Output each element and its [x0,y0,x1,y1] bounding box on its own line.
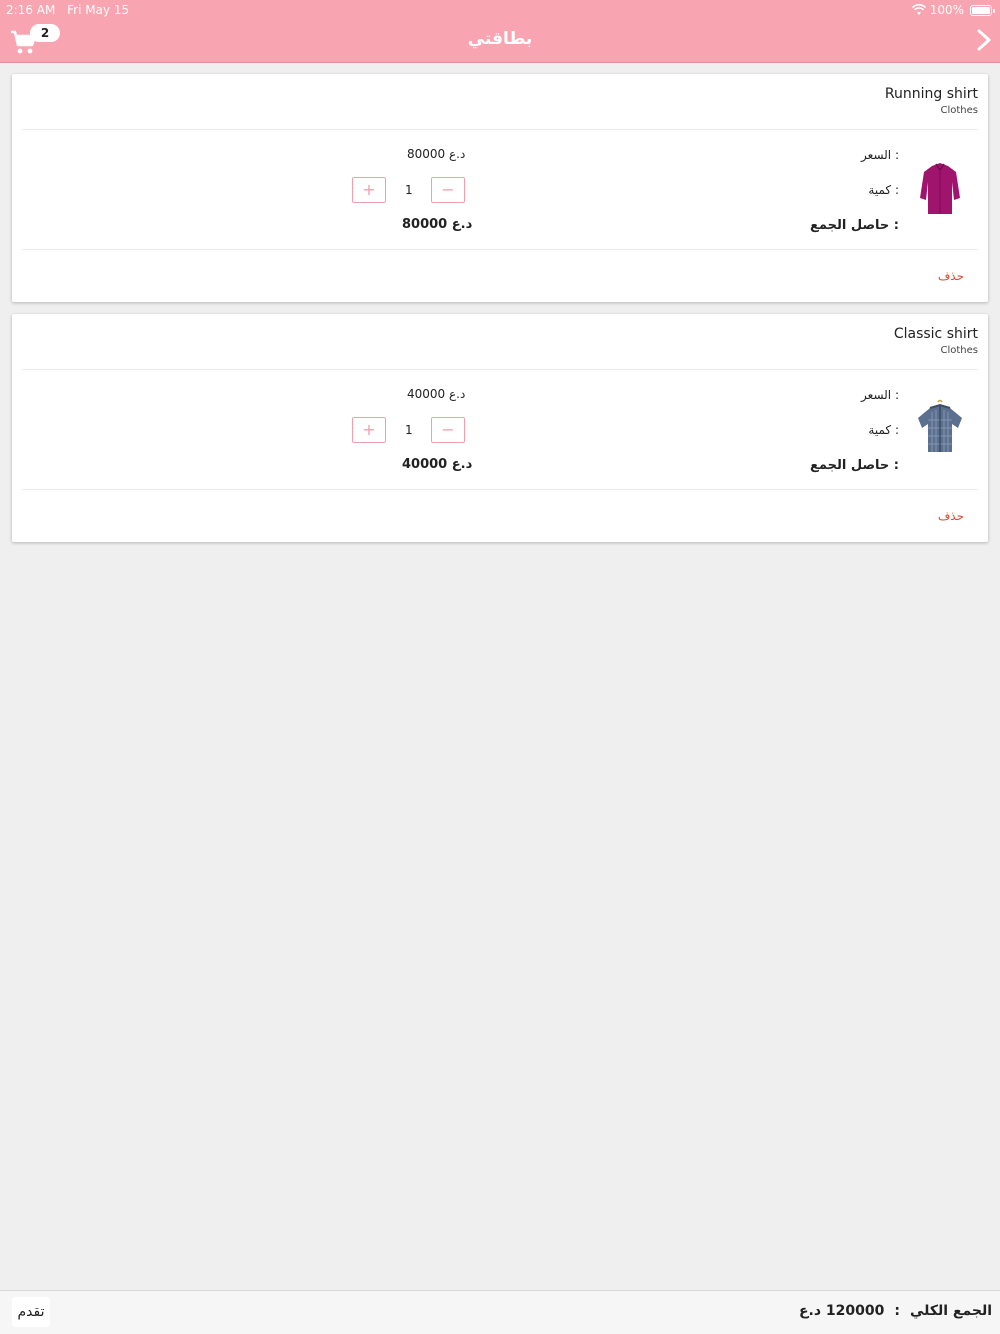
checkout-bar: تقدم الجمع الكلي : 120000 د.ع [0,1290,1000,1334]
battery-percent: 100% [929,3,964,17]
proceed-button[interactable]: تقدم [12,1297,50,1327]
price-value: 40000 د.ع [407,387,466,401]
product-name: Classic shirt [893,326,978,342]
chevron-right-icon[interactable] [974,28,994,52]
quantity-label: كمية : [868,183,899,197]
status-date: Fri May 15 [67,3,130,17]
status-bar-right: 100% [911,3,995,17]
plus-icon[interactable]: + [352,417,386,443]
quantity-value: 1 [405,423,413,437]
page-title: بطاقتي [467,29,533,49]
product-image[interactable] [910,158,970,222]
cart-item-footer: حذف [12,490,988,542]
product-image[interactable] [910,398,970,462]
product-category: Clothes [940,105,979,116]
product-name: Running shirt [884,86,978,102]
cart-item-card: Classic shirt Clothes السعر : كمية : حاص… [12,314,988,542]
minus-icon[interactable]: − [431,177,465,203]
delete-button[interactable]: حذف [938,509,964,523]
grand-total-value: 120000 د.ع [798,1303,885,1319]
grand-total-label: الجمع الكلي [909,1303,992,1319]
quantity-label: كمية : [868,423,899,437]
grand-total: الجمع الكلي : 120000 د.ع [799,1303,992,1319]
cart-item-details: السعر : كمية : حاصل الجمع : 80000 د.ع + … [22,130,978,250]
grand-total-separator: : [894,1303,900,1319]
subtotal-value: 80000 د.ع [402,217,473,232]
price-label: السعر : [861,388,899,402]
product-category: Clothes [940,345,979,356]
price-label: السعر : [861,148,899,162]
subtotal-value: 40000 د.ع [402,457,473,472]
minus-icon[interactable]: − [431,417,465,443]
delete-button[interactable]: حذف [938,269,964,283]
cart-item-header: Running shirt Clothes [22,74,978,130]
subtotal-label: حاصل الجمع : [810,218,899,233]
plus-icon[interactable]: + [352,177,386,203]
quantity-value: 1 [405,183,413,197]
subtotal-label: حاصل الجمع : [810,458,899,473]
cart-item-header: Classic shirt Clothes [22,314,978,370]
battery-icon [970,4,995,16]
price-value: 80000 د.ع [407,147,466,161]
nav-bar: 2:16 AM Fri May 15 100% 2 بطاقتي [0,0,1000,63]
status-time: 2:16 AM [6,3,56,17]
cart-item-card: Running shirt Clothes السعر : كمية : حاص… [12,74,988,302]
cart-item-details: السعر : كمية : حاصل الجمع : 40000 د.ع + … [22,370,978,490]
status-bar-left: 2:16 AM Fri May 15 [6,3,137,17]
wifi-icon [911,4,926,15]
cart-item-footer: حذف [12,250,988,302]
